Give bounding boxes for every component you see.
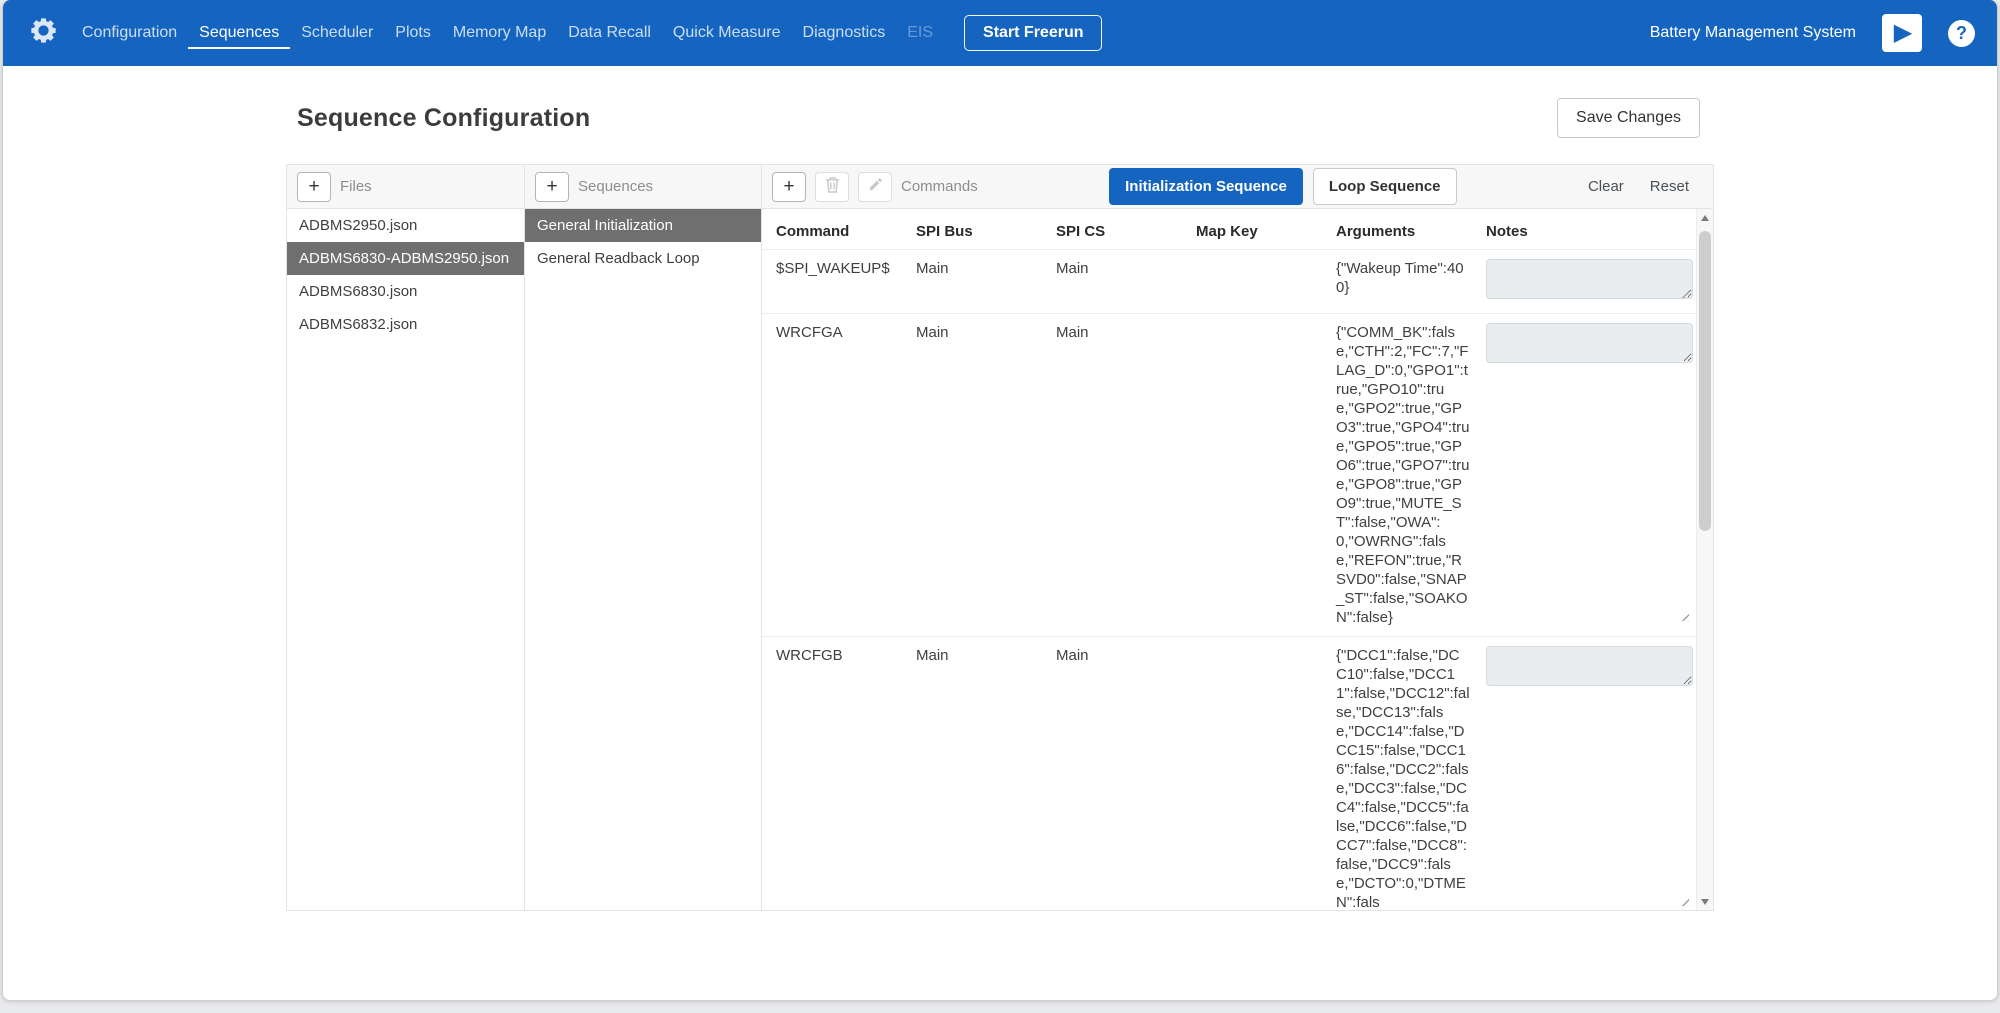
nav-bar: Configuration Sequences Scheduler Plots … xyxy=(3,0,1997,66)
nav-item-data-recall[interactable]: Data Recall xyxy=(557,18,662,49)
scroll-down-icon xyxy=(1701,899,1709,905)
cell-arguments: {"COMM_BK":false,"CTH":2,"FC":7,"FLAG_D"… xyxy=(1336,323,1486,627)
nav-item-memory-map[interactable]: Memory Map xyxy=(442,18,557,49)
sequence-item[interactable]: General Readback Loop xyxy=(525,242,761,275)
cell-arguments: {"DCC1":false,"DCC10":false,"DCC11":fals… xyxy=(1336,646,1486,910)
file-item[interactable]: ADBMS2950.json xyxy=(287,209,524,242)
scroll-thumb[interactable] xyxy=(1699,231,1711,531)
scroll-up-icon xyxy=(1701,215,1709,221)
sequence-config-panels: + Files ADBMS2950.json ADBMS6830-ADBMS29… xyxy=(286,164,1714,911)
cell-map-key xyxy=(1196,646,1336,910)
column-header-spi-bus: SPI Bus xyxy=(916,223,1056,240)
cell-spi-bus: Main xyxy=(916,259,1056,304)
notes-input[interactable] xyxy=(1486,259,1693,299)
column-header-arguments: Arguments xyxy=(1336,223,1486,240)
question-mark-icon: ? xyxy=(1956,23,1967,44)
brand-title: Battery Management System xyxy=(1650,24,1856,42)
column-header-map-key: Map Key xyxy=(1196,223,1336,240)
nav-item-quick-measure[interactable]: Quick Measure xyxy=(662,18,792,49)
commands-scrollbar[interactable] xyxy=(1696,209,1713,910)
cell-map-key xyxy=(1196,323,1336,627)
cell-spi-cs: Main xyxy=(1056,259,1196,304)
table-row: WRCFGA Main Main {"COMM_BK":false,"CTH":… xyxy=(762,313,1696,636)
nav-item-eis[interactable]: EIS xyxy=(896,18,944,49)
notes-input[interactable] xyxy=(1486,646,1693,686)
table-row: WRCFGB Main Main {"DCC1":false,"DCC10":f… xyxy=(762,636,1696,910)
start-freerun-button[interactable]: Start Freerun xyxy=(964,15,1102,51)
files-panel-title: Files xyxy=(340,178,372,195)
add-command-button[interactable]: + xyxy=(772,172,806,202)
cell-spi-cs: Main xyxy=(1056,646,1196,910)
page-header: Sequence Configuration Save Changes xyxy=(286,66,1714,164)
sequences-panel-title: Sequences xyxy=(578,178,653,195)
settings-button[interactable] xyxy=(23,13,63,53)
page-title: Sequence Configuration xyxy=(297,104,590,133)
column-header-notes: Notes xyxy=(1486,223,1690,240)
app-window: Configuration Sequences Scheduler Plots … xyxy=(2,0,1998,1001)
scroll-up-button[interactable] xyxy=(1697,209,1713,226)
commands-table: Command SPI Bus SPI CS Map Key Arguments… xyxy=(762,209,1696,910)
sequence-type-toggle: Initialization Sequence Loop Sequence xyxy=(1109,168,1456,205)
column-header-command: Command xyxy=(776,223,916,240)
sequences-list: General Initialization General Readback … xyxy=(525,209,761,275)
play-icon: ▶ xyxy=(1894,21,1912,45)
plus-icon: + xyxy=(783,177,794,196)
cell-notes xyxy=(1486,646,1693,910)
file-item-selected[interactable]: ADBMS6830-ADBMS2950.json xyxy=(287,242,524,275)
save-changes-button[interactable]: Save Changes xyxy=(1557,98,1700,138)
cell-map-key xyxy=(1196,259,1336,304)
initialization-sequence-button[interactable]: Initialization Sequence xyxy=(1109,168,1303,205)
cell-notes xyxy=(1486,259,1693,304)
files-list: ADBMS2950.json ADBMS6830-ADBMS2950.json … xyxy=(287,209,524,341)
nav-item-plots[interactable]: Plots xyxy=(384,18,442,49)
table-row: $SPI_WAKEUP$ Main Main {"Wakeup Time":40… xyxy=(762,249,1696,313)
cell-spi-cs: Main xyxy=(1056,323,1196,627)
commands-panel-header: + xyxy=(762,165,1713,209)
cell-arguments: {"Wakeup Time":400} xyxy=(1336,259,1486,304)
cell-spi-bus: Main xyxy=(916,646,1056,910)
file-item[interactable]: ADBMS6830.json xyxy=(287,275,524,308)
nav-links: Configuration Sequences Scheduler Plots … xyxy=(71,0,944,66)
add-sequence-button[interactable]: + xyxy=(535,172,569,202)
notes-input[interactable] xyxy=(1486,323,1693,363)
page-content: Sequence Configuration Save Changes + Fi… xyxy=(286,66,1714,911)
edit-command-button[interactable] xyxy=(858,172,892,202)
cell-spi-bus: Main xyxy=(916,323,1056,627)
sequences-panel-header: + Sequences xyxy=(525,165,761,209)
add-file-button[interactable]: + xyxy=(297,172,331,202)
reset-button[interactable]: Reset xyxy=(1650,178,1689,195)
column-header-spi-cs: SPI CS xyxy=(1056,223,1196,240)
sequences-panel: + Sequences General Initialization Gener… xyxy=(525,165,762,910)
cell-command: WRCFGB xyxy=(776,646,916,910)
nav-item-scheduler[interactable]: Scheduler xyxy=(290,18,384,49)
plus-icon: + xyxy=(308,177,319,196)
delete-command-button[interactable] xyxy=(815,172,849,202)
cell-notes xyxy=(1486,323,1693,627)
commands-panel-title: Commands xyxy=(901,178,978,195)
trash-icon xyxy=(825,176,840,197)
nav-item-sequences[interactable]: Sequences xyxy=(188,18,290,49)
nav-item-configuration[interactable]: Configuration xyxy=(71,18,188,49)
clear-button[interactable]: Clear xyxy=(1588,178,1624,195)
pencil-icon xyxy=(868,177,883,196)
help-button[interactable]: ? xyxy=(1948,20,1975,47)
sequence-item-selected[interactable]: General Initialization xyxy=(525,209,761,242)
loop-sequence-button[interactable]: Loop Sequence xyxy=(1313,168,1457,205)
run-button[interactable]: ▶ xyxy=(1882,14,1922,52)
commands-panel: + xyxy=(762,165,1713,910)
gear-icon xyxy=(28,15,59,51)
cell-command: WRCFGA xyxy=(776,323,916,627)
cell-command: $SPI_WAKEUP$ xyxy=(776,259,916,304)
files-panel-header: + Files xyxy=(287,165,524,209)
file-item[interactable]: ADBMS6832.json xyxy=(287,308,524,341)
plus-icon: + xyxy=(546,177,557,196)
commands-table-header: Command SPI Bus SPI CS Map Key Arguments… xyxy=(762,209,1696,249)
nav-item-diagnostics[interactable]: Diagnostics xyxy=(792,18,897,49)
scroll-down-button[interactable] xyxy=(1697,893,1713,910)
files-panel: + Files ADBMS2950.json ADBMS6830-ADBMS29… xyxy=(287,165,525,910)
command-actions: Clear Reset xyxy=(1588,178,1703,195)
